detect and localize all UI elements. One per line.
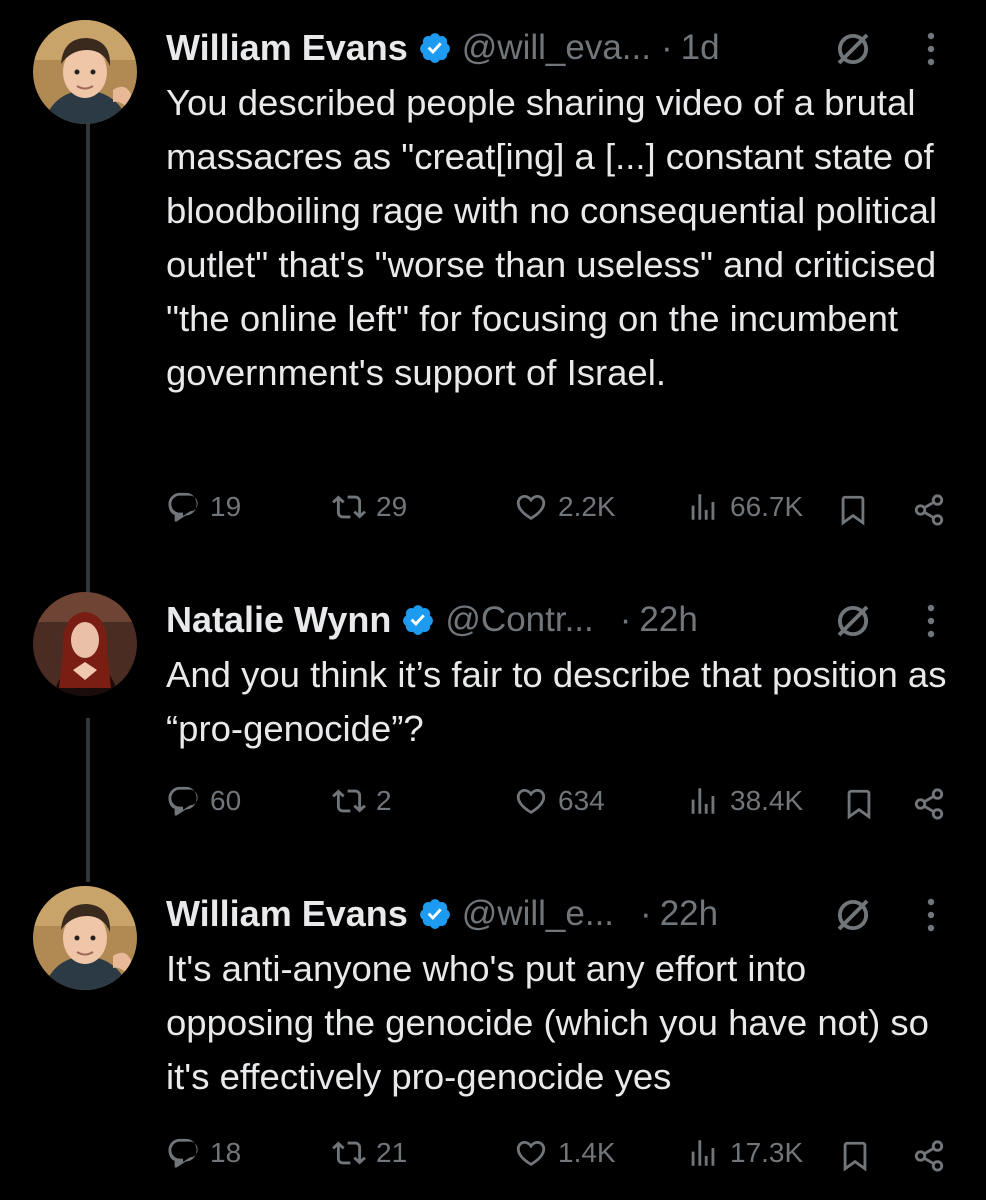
handle[interactable]: @will_e... bbox=[462, 894, 614, 934]
retweet-count: 29 bbox=[376, 491, 408, 522]
retweet-count: 2 bbox=[376, 785, 392, 816]
retweet-icon bbox=[332, 495, 366, 519]
grok-icon[interactable] bbox=[832, 894, 874, 936]
retweet-button[interactable]: 2 bbox=[332, 784, 392, 818]
reply-count: 60 bbox=[210, 785, 242, 816]
views-count: 38.4K bbox=[730, 785, 804, 816]
bookmark-icon[interactable] bbox=[842, 787, 876, 821]
separator: · bbox=[660, 28, 673, 67]
avatar[interactable] bbox=[33, 886, 137, 990]
bookmark-icon[interactable] bbox=[836, 493, 870, 527]
display-name[interactable]: Natalie Wynn bbox=[166, 599, 391, 641]
tweet[interactable]: William Evans @will_eva... · 1d You desc… bbox=[0, 20, 986, 540]
like-count: 1.4K bbox=[558, 1137, 616, 1168]
like-button[interactable]: 2.2K bbox=[514, 490, 616, 524]
retweet-count: 21 bbox=[376, 1137, 408, 1168]
bookmark-icon[interactable] bbox=[838, 1139, 872, 1173]
reply-icon bbox=[168, 786, 198, 816]
retweet-button[interactable]: 29 bbox=[332, 490, 407, 524]
tweet-text: It's anti-anyone who's put any effort in… bbox=[166, 948, 929, 1097]
handle[interactable]: @will_eva... bbox=[462, 28, 651, 68]
more-icon[interactable] bbox=[926, 31, 936, 67]
retweet-icon bbox=[332, 789, 366, 813]
verified-badge-icon bbox=[419, 33, 450, 63]
retweet-icon bbox=[332, 1141, 366, 1165]
heart-icon bbox=[516, 788, 546, 814]
views-icon bbox=[691, 494, 715, 520]
avatar[interactable] bbox=[33, 592, 137, 696]
action-bar: 19 29 2.2K 66.7K bbox=[0, 490, 986, 530]
avatar[interactable] bbox=[33, 20, 137, 124]
verified-badge-icon bbox=[419, 899, 450, 929]
views-button[interactable]: 38.4K bbox=[686, 784, 803, 818]
share-icon[interactable] bbox=[912, 1139, 946, 1173]
more-icon[interactable] bbox=[926, 603, 936, 639]
reply-count: 18 bbox=[210, 1137, 242, 1168]
action-bar: 60 2 634 38.4K bbox=[0, 784, 986, 824]
heart-icon bbox=[516, 494, 546, 520]
tweet-text: And you think it’s fair to describe that… bbox=[166, 654, 947, 749]
reply-button[interactable]: 18 bbox=[166, 1136, 241, 1170]
display-name[interactable]: William Evans bbox=[166, 27, 408, 69]
like-button[interactable]: 1.4K bbox=[514, 1136, 616, 1170]
handle[interactable]: @Contr... bbox=[445, 600, 593, 640]
views-icon bbox=[691, 788, 715, 814]
like-count: 2.2K bbox=[558, 491, 616, 522]
verified-badge-icon bbox=[403, 605, 434, 635]
share-icon[interactable] bbox=[912, 787, 946, 821]
grok-icon[interactable] bbox=[832, 600, 874, 642]
reply-count: 19 bbox=[210, 491, 242, 522]
views-icon bbox=[691, 1140, 715, 1166]
action-bar: 18 21 1.4K 17.3K bbox=[0, 1136, 986, 1176]
like-button[interactable]: 634 bbox=[514, 784, 605, 818]
tweet[interactable]: Natalie Wynn @Contr... · 22h And you thi… bbox=[0, 592, 986, 852]
tweet[interactable]: William Evans @will_e... · 22h It's anti… bbox=[0, 886, 986, 1186]
timestamp[interactable]: 22h bbox=[660, 894, 718, 934]
views-button[interactable]: 17.3K bbox=[686, 1136, 803, 1170]
more-icon[interactable] bbox=[926, 897, 936, 933]
views-button[interactable]: 66.7K bbox=[686, 490, 803, 524]
reply-button[interactable]: 19 bbox=[166, 490, 241, 524]
heart-icon bbox=[516, 1140, 546, 1166]
timestamp[interactable]: 22h bbox=[639, 600, 697, 640]
separator: · bbox=[619, 600, 632, 639]
reply-icon bbox=[168, 1138, 198, 1168]
share-icon[interactable] bbox=[912, 493, 946, 527]
like-count: 634 bbox=[558, 785, 605, 816]
tweet-text: You described people sharing video of a … bbox=[166, 82, 938, 393]
views-count: 17.3K bbox=[730, 1137, 804, 1168]
timestamp[interactable]: 1d bbox=[681, 28, 720, 68]
separator: · bbox=[640, 894, 652, 933]
display-name[interactable]: William Evans bbox=[166, 893, 408, 935]
reply-icon bbox=[168, 492, 198, 522]
retweet-button[interactable]: 21 bbox=[332, 1136, 407, 1170]
views-count: 66.7K bbox=[730, 491, 804, 522]
reply-button[interactable]: 60 bbox=[166, 784, 241, 818]
grok-icon[interactable] bbox=[832, 28, 874, 70]
